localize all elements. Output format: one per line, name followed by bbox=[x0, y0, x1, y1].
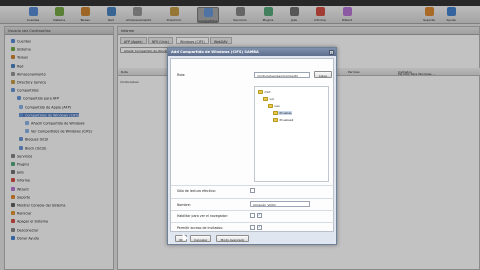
dialog-title: Add Compartido de Windows (CIFS) SAMBA bbox=[168, 48, 336, 56]
guest-access-label: Permitir acceso de invitados: bbox=[177, 226, 224, 230]
name-input[interactable]: Almacén_Vol01 bbox=[250, 201, 310, 207]
folder-icon bbox=[263, 97, 268, 101]
folder-label: Pruebas bbox=[279, 111, 292, 116]
browsable-checkbox[interactable] bbox=[250, 213, 255, 218]
folder-node[interactable]: vol bbox=[263, 97, 274, 101]
readonly-checkbox[interactable] bbox=[250, 188, 255, 193]
path-input[interactable]: /mnt/vol/Leo/Leo/Compartir bbox=[254, 72, 310, 78]
folder-label: Leo bbox=[274, 104, 280, 109]
folder-icon bbox=[273, 118, 278, 122]
separator bbox=[171, 210, 335, 211]
readonly-label: Sólo de lectura efectivo: bbox=[177, 189, 216, 193]
separator bbox=[171, 222, 335, 223]
folder-node[interactable]: Leo bbox=[268, 104, 280, 108]
folder-browser: mnt vol Leo Pruebas Pruebas2 bbox=[254, 86, 329, 182]
browsable-label: Habilitar para ver el navegador: bbox=[177, 214, 228, 218]
folder-icon bbox=[258, 90, 263, 94]
separator bbox=[171, 198, 335, 199]
browse-button[interactable]: Llave bbox=[314, 71, 332, 78]
folder-label: Pruebas2 bbox=[279, 118, 294, 123]
dialog-form: Ruta: /mnt/vol/Leo/Leo/Compartir Llave m… bbox=[170, 58, 335, 232]
separator bbox=[171, 185, 335, 186]
folder-node[interactable]: Pruebas2 bbox=[273, 118, 293, 122]
guest-access-checkbox[interactable] bbox=[250, 225, 255, 230]
guest-access-checkbox-extra[interactable]: ✓ bbox=[257, 225, 262, 230]
path-label: Ruta: bbox=[177, 73, 186, 77]
folder-icon bbox=[273, 111, 278, 115]
browsable-checkbox-extra[interactable]: ✓ bbox=[257, 213, 262, 218]
folder-label: mnt bbox=[264, 90, 271, 95]
name-label: Nombre: bbox=[177, 203, 191, 207]
dialog-footer: OK Cancelar Modo Avanzado bbox=[170, 232, 334, 244]
folder-node[interactable]: Pruebas bbox=[273, 111, 292, 116]
folder-node[interactable]: mnt bbox=[258, 90, 271, 94]
cancel-button[interactable]: Cancelar bbox=[190, 235, 211, 242]
folder-icon bbox=[268, 104, 273, 108]
dialog-close-button[interactable]: x bbox=[329, 49, 334, 55]
folder-label: vol bbox=[269, 97, 274, 102]
add-cifs-share-dialog: Add Compartido de Windows (CIFS) SAMBA x… bbox=[167, 47, 337, 245]
advanced-mode-button[interactable]: Modo Avanzado bbox=[216, 235, 249, 242]
